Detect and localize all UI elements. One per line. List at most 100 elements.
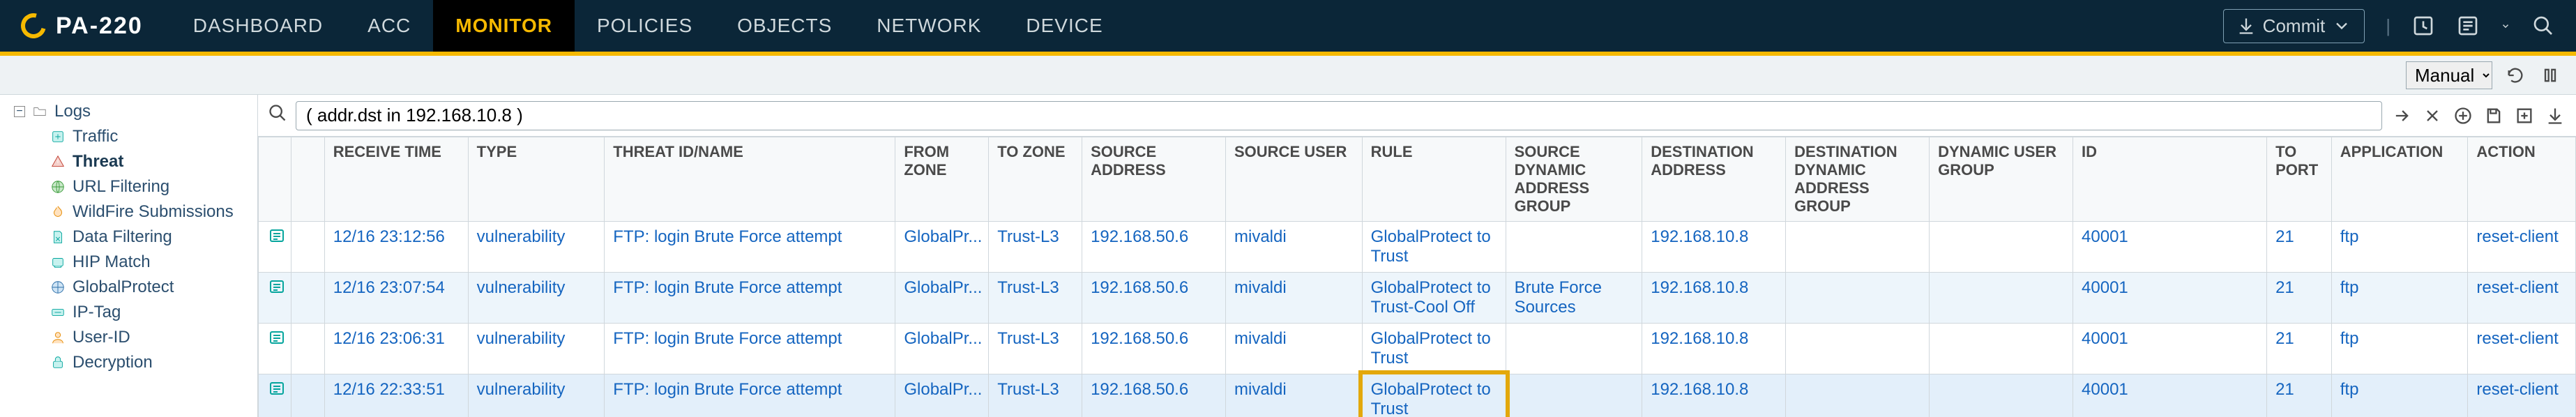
from-zone: GlobalPr... [895, 374, 989, 417]
column-header[interactable]: SOURCE DYNAMIC ADDRESS GROUP [1506, 137, 1642, 222]
sidebar-item-user-id[interactable]: User-ID [0, 325, 257, 350]
column-header[interactable]: THREAT ID/NAME [605, 137, 895, 222]
column-header[interactable]: APPLICATION [2331, 137, 2468, 222]
url-icon [49, 178, 67, 196]
clear-filter-icon[interactable] [2421, 105, 2444, 127]
nav-item-policies[interactable]: POLICIES [575, 0, 715, 52]
decryption-icon [49, 354, 67, 372]
spacer-cell [291, 374, 324, 417]
nav-item-acc[interactable]: ACC [345, 0, 433, 52]
threat-name: FTP: login Brute Force attempt [605, 324, 895, 374]
dest-address: 192.168.10.8 [1642, 374, 1786, 417]
language-icon[interactable] [2456, 14, 2480, 38]
pause-icon[interactable] [2538, 63, 2562, 87]
sidebar-item-label: Decryption [73, 353, 153, 372]
refresh-mode-select[interactable]: Manual [2406, 61, 2492, 89]
nav-item-dashboard[interactable]: DASHBOARD [171, 0, 345, 52]
chevron-down-icon[interactable] [2501, 21, 2510, 31]
log-table: RECEIVE TIMETYPETHREAT ID/NAMEFROM ZONET… [258, 137, 2576, 417]
rule: GlobalProtect to Trust [1362, 222, 1506, 273]
dest-dag [1786, 273, 1930, 324]
id: 40001 [2073, 374, 2267, 417]
column-header[interactable]: TO ZONE [989, 137, 1082, 222]
application: ftp [2331, 324, 2468, 374]
column-header[interactable]: DESTINATION ADDRESS [1642, 137, 1786, 222]
top-navbar: PA-220 DASHBOARDACCMONITORPOLICIESOBJECT… [0, 0, 2576, 56]
commit-button[interactable]: Commit [2223, 9, 2365, 43]
sidebar-item-threat[interactable]: Threat [0, 149, 257, 174]
task-manager-icon[interactable] [2411, 14, 2435, 38]
log-detail-icon[interactable] [267, 278, 287, 295]
log-detail-icon[interactable] [267, 329, 287, 346]
type: vulnerability [468, 374, 605, 417]
log-row[interactable]: 12/16 22:33:51vulnerabilityFTP: login Br… [259, 374, 2576, 417]
column-header[interactable]: ID [2073, 137, 2267, 222]
dest-dag [1786, 374, 1930, 417]
dest-address: 192.168.10.8 [1642, 324, 1786, 374]
to-zone: Trust-L3 [989, 374, 1082, 417]
spacer-cell [291, 273, 324, 324]
commit-label: Commit [2263, 15, 2326, 37]
log-row[interactable]: 12/16 23:07:54vulnerabilityFTP: login Br… [259, 273, 2576, 324]
to-zone: Trust-L3 [989, 273, 1082, 324]
tree-root-logs[interactable]: − Logs [0, 99, 257, 124]
column-header[interactable]: ACTION [2468, 137, 2576, 222]
search-icon [268, 103, 287, 128]
save-filter-icon[interactable] [2483, 105, 2505, 127]
threat-name: FTP: login Brute Force attempt [605, 222, 895, 273]
log-detail-icon[interactable] [267, 380, 287, 397]
sidebar-item-decryption[interactable]: Decryption [0, 350, 257, 375]
hip-icon [49, 253, 67, 271]
detail-cell [259, 374, 291, 417]
to-port: 21 [2267, 273, 2332, 324]
sidebar-item-label: User-ID [73, 328, 130, 347]
column-header[interactable]: TO PORT [2267, 137, 2332, 222]
log-row[interactable]: 12/16 23:12:56vulnerabilityFTP: login Br… [259, 222, 2576, 273]
sidebar-item-url-filtering[interactable]: URL Filtering [0, 174, 257, 199]
column-header[interactable]: TYPE [468, 137, 605, 222]
brand-name: PA-220 [56, 13, 143, 40]
sidebar-item-wildfire-submissions[interactable]: WildFire Submissions [0, 199, 257, 225]
dyn-user-group [1930, 222, 2073, 273]
sidebar-item-traffic[interactable]: Traffic [0, 124, 257, 149]
wildfire-icon [49, 203, 67, 221]
action: reset-client [2468, 374, 2576, 417]
log-detail-icon[interactable] [267, 227, 287, 244]
sidebar-item-globalprotect[interactable]: GlobalProtect [0, 275, 257, 300]
dyn-user-group [1930, 374, 2073, 417]
dest-dag [1786, 324, 1930, 374]
apply-filter-icon[interactable] [2391, 105, 2413, 127]
column-header[interactable]: SOURCE USER [1226, 137, 1363, 222]
receive-time: 12/16 23:06:31 [324, 324, 468, 374]
log-filter-input[interactable] [296, 101, 2382, 130]
dest-dag [1786, 222, 1930, 273]
column-header[interactable]: FROM ZONE [895, 137, 989, 222]
export-icon[interactable] [2544, 105, 2566, 127]
sidebar-item-data-filtering[interactable]: Data Filtering [0, 225, 257, 250]
sidebar-item-ip-tag[interactable]: IP-Tag [0, 300, 257, 325]
load-filter-icon[interactable] [2513, 105, 2536, 127]
column-header[interactable]: SOURCE ADDRESS [1082, 137, 1226, 222]
receive-time: 12/16 23:07:54 [324, 273, 468, 324]
reload-icon[interactable] [2503, 63, 2527, 87]
column-header[interactable]: RULE [1362, 137, 1506, 222]
column-header[interactable] [291, 137, 324, 222]
nav-item-monitor[interactable]: MONITOR [433, 0, 575, 52]
column-header[interactable] [259, 137, 291, 222]
tree-collapse-icon[interactable]: − [14, 106, 25, 117]
nav-item-network[interactable]: NETWORK [854, 0, 1003, 52]
to-port: 21 [2267, 374, 2332, 417]
log-row[interactable]: 12/16 23:06:31vulnerabilityFTP: login Br… [259, 324, 2576, 374]
column-header[interactable]: DYNAMIC USER GROUP [1930, 137, 2073, 222]
nav-item-objects[interactable]: OBJECTS [715, 0, 854, 52]
folder-icon [31, 103, 49, 121]
column-header[interactable]: RECEIVE TIME [324, 137, 468, 222]
search-icon[interactable] [2531, 14, 2555, 38]
sidebar-item-hip-match[interactable]: HIP Match [0, 250, 257, 275]
nav-item-device[interactable]: DEVICE [1003, 0, 1125, 52]
source-user: mivaldi [1226, 222, 1363, 273]
dest-address: 192.168.10.8 [1642, 222, 1786, 273]
dyn-user-group [1930, 273, 2073, 324]
column-header[interactable]: DESTINATION DYNAMIC ADDRESS GROUP [1786, 137, 1930, 222]
add-filter-icon[interactable] [2452, 105, 2474, 127]
